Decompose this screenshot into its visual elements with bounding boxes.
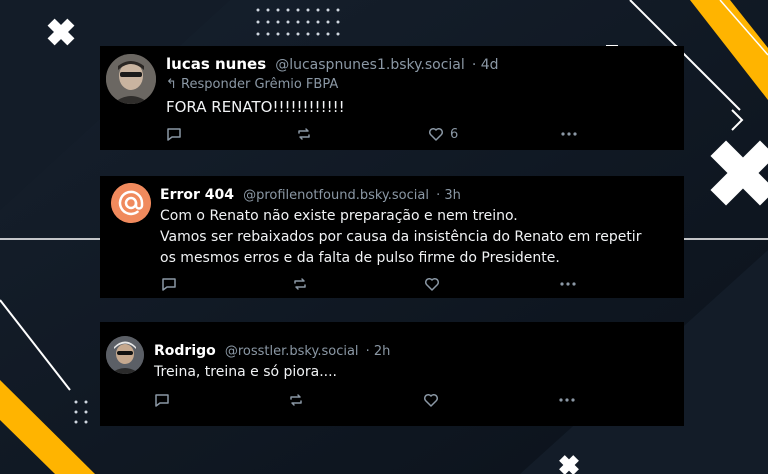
- post-time[interactable]: · 3h: [436, 188, 461, 203]
- author-handle[interactable]: @profilenotfound.bsky.social: [243, 188, 429, 203]
- comment-icon: [167, 128, 181, 141]
- comment-button[interactable]: [166, 126, 182, 142]
- avatar[interactable]: [111, 183, 151, 223]
- like-count: 6: [450, 127, 459, 142]
- post-card[interactable]: lucas nunes @lucaspnunes1.bsky.social · …: [100, 46, 684, 150]
- post-text: Com o Renato não existe preparação e nem…: [160, 206, 680, 269]
- reply-icon: ↰: [166, 77, 177, 92]
- reply-to-label[interactable]: Responder Grêmio FBPA: [181, 77, 338, 92]
- comment-button[interactable]: [161, 276, 177, 292]
- more-icon: [560, 282, 576, 286]
- author-handle[interactable]: @lucaspnunes1.bsky.social: [275, 57, 465, 73]
- post-text: FORA RENATO!!!!!!!!!!!!: [166, 98, 345, 116]
- comment-button[interactable]: [154, 392, 170, 408]
- like-icon: [424, 277, 440, 291]
- repost-icon: [290, 394, 302, 406]
- comment-icon: [162, 278, 176, 291]
- more-button[interactable]: [559, 276, 577, 292]
- more-icon: [559, 398, 575, 402]
- author-handle[interactable]: @rosstler.bsky.social: [225, 344, 359, 359]
- at-icon: [111, 183, 151, 223]
- author-name[interactable]: Rodrigo: [154, 343, 216, 359]
- like-button[interactable]: [423, 392, 439, 408]
- author-name[interactable]: Error 404: [160, 187, 234, 203]
- more-button[interactable]: [558, 392, 576, 408]
- repost-button[interactable]: [292, 276, 308, 292]
- post-text-line: Com o Renato não existe preparação e nem…: [160, 208, 518, 224]
- repost-button[interactable]: [288, 392, 304, 408]
- avatar[interactable]: [106, 54, 156, 104]
- avatar[interactable]: [106, 336, 144, 374]
- post-text-line: os mesmos erros e da falta de pulso firm…: [160, 250, 560, 266]
- repost-icon: [294, 278, 306, 290]
- post-text: Treina, treina e só piora....: [154, 364, 337, 380]
- repost-icon: [298, 128, 310, 140]
- post-time[interactable]: · 2h: [366, 344, 391, 359]
- comment-icon: [155, 394, 169, 407]
- avatar-image: [106, 336, 144, 374]
- post-card[interactable]: Rodrigo @rosstler.bsky.social · 2h Trein…: [100, 322, 684, 426]
- post-time[interactable]: · 4d: [472, 57, 499, 73]
- like-icon: [423, 393, 439, 407]
- post-card[interactable]: Error 404 @profilenotfound.bsky.social ·…: [100, 176, 684, 298]
- like-button[interactable]: [428, 126, 444, 142]
- more-button[interactable]: [560, 126, 578, 142]
- like-button[interactable]: [424, 276, 440, 292]
- post-text-line: Vamos ser rebaixados por causa da insist…: [160, 229, 642, 245]
- repost-button[interactable]: [296, 126, 312, 142]
- like-icon: [428, 127, 444, 141]
- author-name[interactable]: lucas nunes: [166, 55, 266, 73]
- more-icon: [561, 132, 577, 136]
- avatar-image: [106, 54, 156, 104]
